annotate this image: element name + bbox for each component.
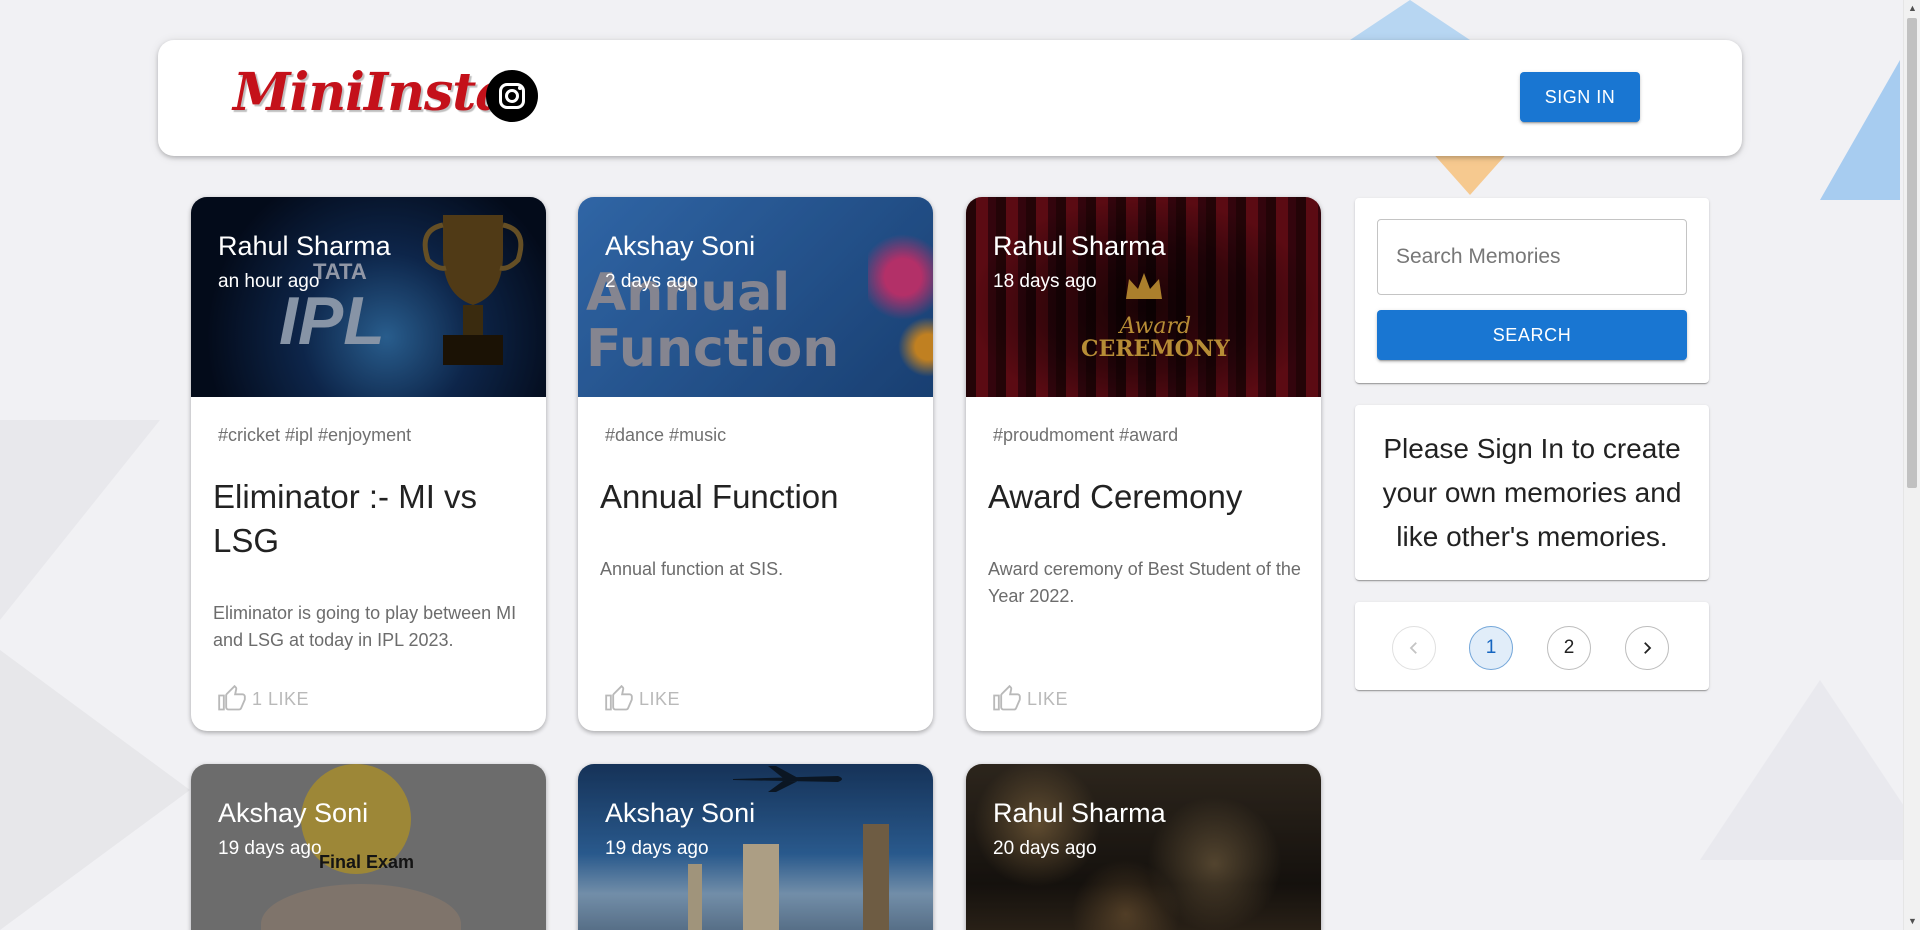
- post-title: Annual Function: [600, 478, 839, 515]
- vertical-scrollbar[interactable]: ▲ ▼: [1903, 0, 1920, 930]
- post-image: Akshay Soni 19 days ago: [578, 764, 933, 930]
- scroll-up-icon[interactable]: ▲: [1904, 0, 1920, 17]
- post-image: Annual Function Akshay Soni 2 days ago: [578, 197, 933, 397]
- bg-triangle: [0, 650, 190, 930]
- post-time: 20 days ago: [993, 838, 1097, 859]
- post-time: 2 days ago: [605, 271, 698, 292]
- search-panel: SEARCH: [1355, 198, 1709, 383]
- like-label: LIKE: [639, 688, 681, 709]
- post-image: Award CEREMONY Rahul Sharma 18 days ago: [966, 197, 1321, 397]
- post-time: 19 days ago: [218, 838, 322, 859]
- like-button[interactable]: 1 LIKE: [218, 685, 309, 713]
- post-time: an hour ago: [218, 271, 320, 292]
- previous-page-button[interactable]: [1392, 626, 1436, 670]
- search-button[interactable]: SEARCH: [1377, 310, 1687, 360]
- post-card: Annual Function Akshay Soni 2 days ago #d…: [578, 197, 933, 731]
- thumb-up-icon: [993, 685, 1021, 711]
- post-card: Akshay Soni 19 days ago: [578, 764, 933, 930]
- bg-triangle: [0, 420, 160, 620]
- scroll-down-icon[interactable]: ▼: [1904, 913, 1920, 930]
- post-creator: Rahul Sharma: [218, 231, 391, 261]
- post-tags: #dance #music: [605, 425, 727, 445]
- post-image: Final Exam Akshay Soni 19 days ago: [191, 764, 546, 930]
- bg-triangle: [1430, 150, 1510, 195]
- signin-notice-panel: Please Sign In to create your own memori…: [1355, 405, 1709, 580]
- like-label: LIKE: [1027, 688, 1069, 709]
- sign-in-button[interactable]: SIGN IN: [1520, 72, 1640, 122]
- chevron-left-icon: [1409, 642, 1417, 654]
- post-time: 18 days ago: [993, 271, 1097, 292]
- pagination: 1 2: [1355, 602, 1709, 690]
- next-page-button[interactable]: [1625, 626, 1669, 670]
- scroll-thumb[interactable]: [1907, 18, 1917, 488]
- instagram-icon: [486, 70, 538, 122]
- post-creator: Rahul Sharma: [993, 798, 1166, 828]
- post-card: TATA IPL Rahul Sharma an hour ago #crick…: [191, 197, 546, 731]
- app-header: MiniInsta SIGN IN: [158, 40, 1742, 156]
- bg-triangle: [1350, 0, 1470, 40]
- post-creator: Akshay Soni: [218, 798, 369, 828]
- bg-triangle: [1820, 60, 1900, 200]
- post-card: Rahul Sharma 20 days ago: [966, 764, 1321, 930]
- like-button[interactable]: LIKE: [605, 685, 680, 713]
- post-creator: Akshay Soni: [605, 231, 756, 261]
- post-card: Award CEREMONY Rahul Sharma 18 days ago #…: [966, 197, 1321, 731]
- post-tags: #proudmoment #award: [993, 425, 1179, 445]
- post-card: Final Exam Akshay Soni 19 days ago: [191, 764, 546, 930]
- bg-triangle: [1700, 680, 1920, 860]
- like-label: 1 LIKE: [252, 688, 310, 709]
- chevron-right-icon: [1644, 642, 1652, 654]
- post-message: Award ceremony of Best Student of the Ye…: [988, 559, 1301, 606]
- thumb-up-icon: [218, 685, 246, 711]
- post-creator: Rahul Sharma: [993, 231, 1166, 261]
- post-tags: #cricket #ipl #enjoyment: [218, 425, 412, 445]
- post-message: Annual function at SIS.: [600, 559, 784, 579]
- post-creator: Akshay Soni: [605, 798, 756, 828]
- post-time: 19 days ago: [605, 838, 709, 859]
- page-button-1[interactable]: 1: [1469, 626, 1513, 670]
- like-button[interactable]: LIKE: [993, 685, 1068, 713]
- page-button-2[interactable]: 2: [1547, 626, 1591, 670]
- post-image: Rahul Sharma 20 days ago: [966, 764, 1321, 930]
- post-image: TATA IPL Rahul Sharma an hour ago: [191, 197, 546, 397]
- logo-text[interactable]: MiniInsta: [233, 62, 509, 123]
- signin-notice: Please Sign In to create your own memori…: [1382, 433, 1682, 552]
- thumb-up-icon: [605, 685, 633, 711]
- post-title: Award Ceremony: [988, 478, 1243, 515]
- post-message: Eliminator is going to play between MI a…: [213, 603, 517, 650]
- search-input[interactable]: [1377, 219, 1687, 295]
- post-title: Eliminator :- MI vs LSG: [213, 478, 478, 559]
